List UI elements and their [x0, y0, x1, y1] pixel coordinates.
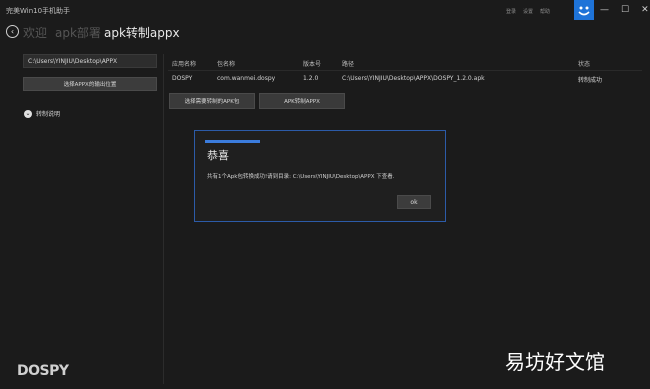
table-header: 应用名称 包名称 版本号 路径 状态	[172, 59, 642, 69]
window-controls: — ☐ ✕	[600, 5, 649, 15]
dialog-title: 恭喜	[207, 149, 229, 162]
success-dialog: 恭喜 共有1个Apk包转换成功!请到目录: C:\Users\YINJIU\De…	[194, 130, 446, 222]
table-row[interactable]: DOSPY com.wanmei.dospy 1.2.0 C:\Users\YI…	[172, 75, 642, 85]
maximize-button[interactable]: ☐	[621, 5, 629, 15]
header-divider	[168, 70, 642, 71]
crumb-apk-to-appx: apk转制appx	[104, 26, 180, 40]
back-arrow-icon[interactable]: ‹	[6, 25, 19, 38]
help-link[interactable]: 帮助	[540, 8, 550, 15]
cell-app-name: DOSPY	[172, 75, 193, 82]
app-title: 完美Win10手机助手	[6, 7, 71, 15]
login-link[interactable]: 登录	[506, 8, 516, 15]
smiley-icon[interactable]	[574, 0, 594, 20]
dialog-accent-bar	[205, 140, 260, 143]
ok-button[interactable]: ok	[397, 195, 431, 209]
crumb-welcome[interactable]: 欢迎	[23, 24, 47, 41]
col-path: 路径	[342, 61, 355, 68]
cell-package: com.wanmei.dospy	[217, 75, 276, 82]
left-panel: C:\Users\YINJIU\Desktop\APPX 选择APPX的输出位置…	[14, 48, 164, 386]
instructions-toggle[interactable]: ⌄ 转制说明	[24, 109, 60, 118]
col-package: 包名称	[217, 61, 236, 68]
convert-button[interactable]: APK转制APPX	[259, 93, 345, 109]
dialog-message: 共有1个Apk包转换成功!请到目录: C:\Users\YINJIU\Deskt…	[207, 174, 395, 180]
watermark: 易坊好文馆	[505, 350, 605, 374]
cell-path: C:\Users\YINJIU\Desktop\APPX\DOSPY_1.2.0…	[342, 75, 485, 82]
settings-link[interactable]: 设置	[523, 8, 533, 15]
dospy-logo: DOSPY	[17, 363, 69, 379]
output-path-field[interactable]: C:\Users\YINJIU\Desktop\APPX	[23, 54, 157, 68]
select-output-button[interactable]: 选择APPX的输出位置	[23, 77, 157, 91]
col-app-name: 应用名称	[172, 61, 197, 68]
instructions-label: 转制说明	[36, 111, 61, 118]
top-links: 登录 设置 帮助	[506, 8, 550, 15]
breadcrumb: ‹ 欢迎 apk部署 apk转制appx	[0, 22, 650, 42]
cell-version: 1.2.0	[303, 75, 319, 82]
close-button[interactable]: ✕	[641, 5, 649, 15]
panel-divider	[163, 54, 164, 384]
cell-status: 转制成功	[578, 77, 603, 84]
minimize-button[interactable]: —	[600, 5, 609, 15]
chevron-down-icon: ⌄	[24, 109, 32, 118]
select-apk-button[interactable]: 选择需要转制的APK包	[169, 93, 255, 109]
col-status: 状态	[578, 61, 591, 68]
crumb-apk-deploy[interactable]: apk部署	[55, 24, 101, 41]
title-bar: 完美Win10手机助手 登录 设置 帮助 — ☐ ✕	[0, 0, 650, 20]
col-version: 版本号	[303, 61, 322, 68]
